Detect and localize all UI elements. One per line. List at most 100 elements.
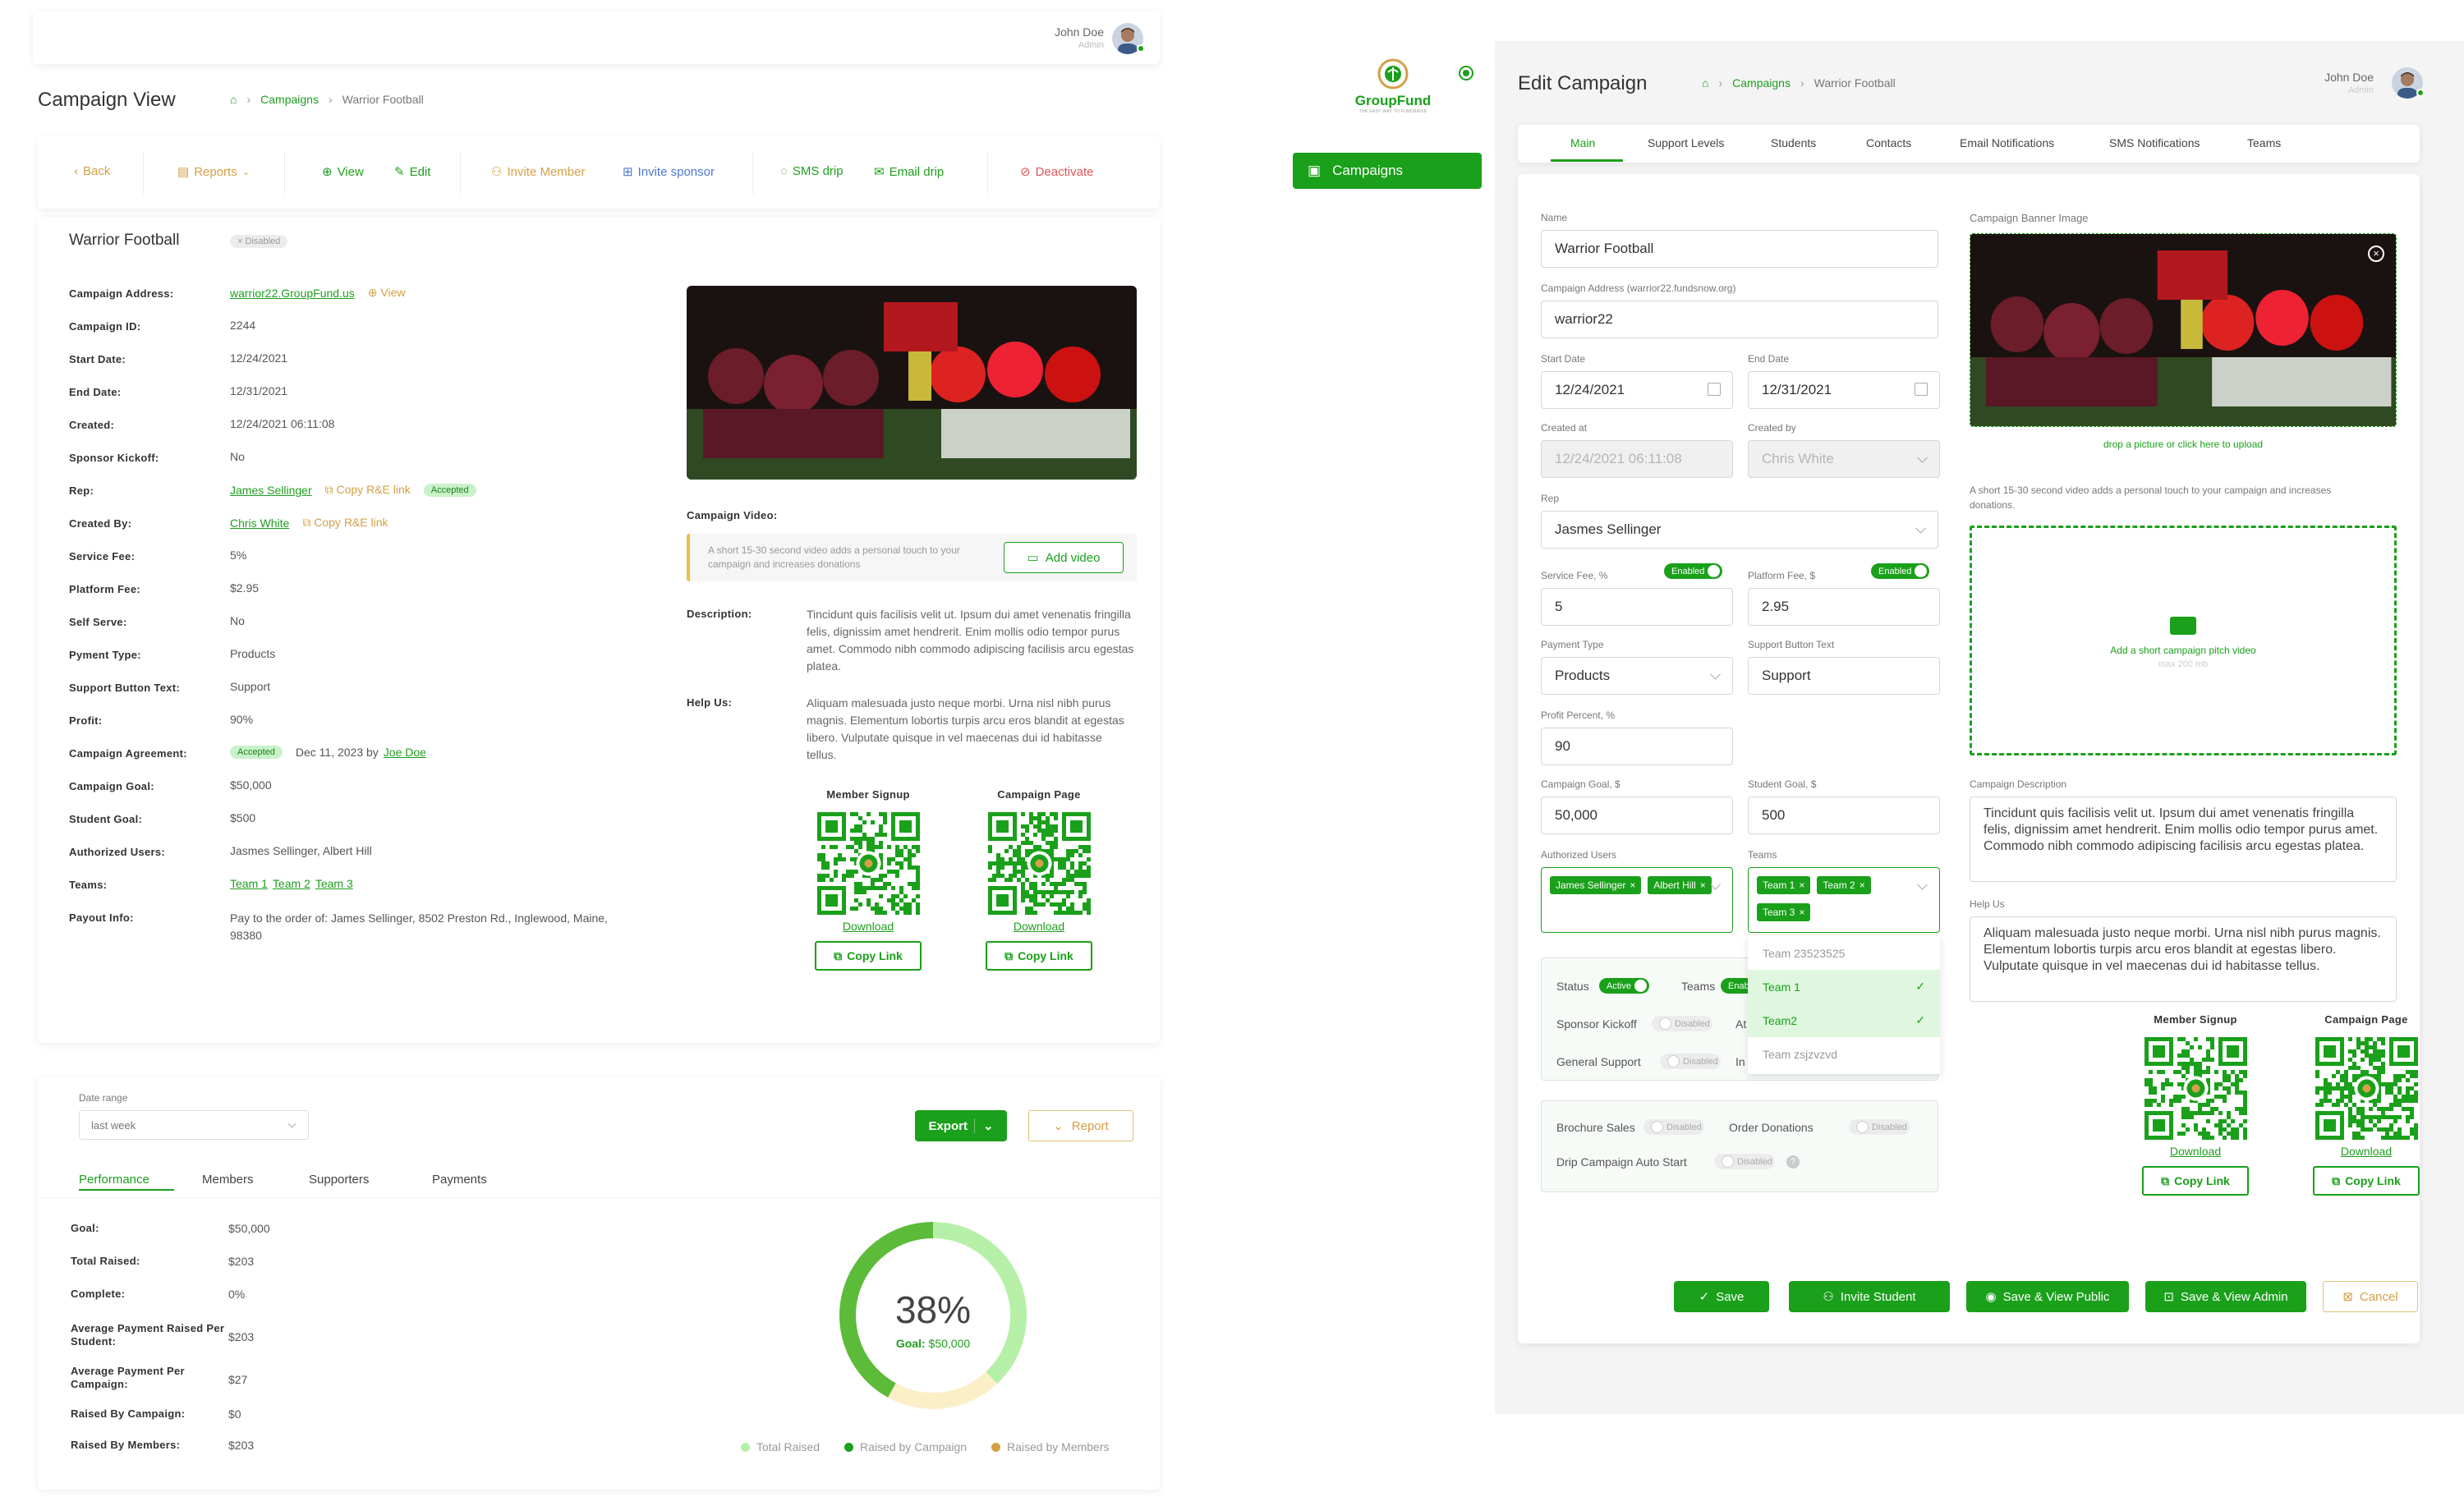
view-address-link[interactable]: ⊕ View: [368, 286, 406, 300]
view-button[interactable]: ⊕ View: [322, 164, 364, 180]
detail-link[interactable]: Chris White: [230, 517, 289, 530]
add-video-button[interactable]: ▭ Add video: [1004, 542, 1124, 573]
user-chip[interactable]: James Sellinger ×: [1550, 876, 1642, 894]
export-button[interactable]: Export ⌄: [915, 1110, 1007, 1141]
banner-upload-area[interactable]: ×: [1970, 233, 2397, 427]
platform-fee-toggle[interactable]: Enabled: [1871, 563, 1930, 579]
close-icon[interactable]: ×: [1799, 879, 1804, 891]
save-admin-button[interactable]: ⊡ Save & View Admin: [2145, 1281, 2306, 1312]
campaign-description-field[interactable]: Tincidunt quis facilisis velit ut. Ipsum…: [1970, 797, 2397, 882]
close-icon[interactable]: ×: [1799, 907, 1804, 918]
team-option[interactable]: Team 1 ✓: [1748, 970, 1940, 1003]
qr-download-link[interactable]: Download: [807, 920, 930, 933]
reports-dropdown[interactable]: ▤ Reports ⌄: [177, 164, 250, 180]
teams-select[interactable]: Team 1 × Team 2 × Team 3 ×: [1748, 867, 1940, 933]
home-icon[interactable]: ⌂: [230, 93, 237, 106]
copy-link-button[interactable]: ⧉ Copy Link: [986, 941, 1092, 971]
deactivate-button[interactable]: ⊘ Deactivate: [1020, 164, 1093, 180]
banner-hint[interactable]: drop a picture or click here to upload: [1970, 438, 2397, 450]
remove-image-icon[interactable]: ×: [2368, 246, 2384, 262]
general-support-toggle[interactable]: Disabled: [1660, 1054, 1721, 1069]
service-fee-toggle[interactable]: Enabled: [1664, 563, 1723, 579]
student-goal-field[interactable]: 500: [1748, 797, 1940, 834]
drip-auto-start-toggle[interactable]: Disabled: [1714, 1154, 1775, 1169]
tab-support-levels[interactable]: Support Levels: [1648, 136, 1724, 149]
report-button[interactable]: ⌄ Report: [1028, 1110, 1133, 1141]
end-field[interactable]: 12/31/2021: [1748, 371, 1940, 409]
save-button[interactable]: ✓ Save: [1674, 1281, 1769, 1312]
close-icon[interactable]: ×: [1700, 879, 1706, 891]
tab-sms-notifications[interactable]: SMS Notifications: [2109, 136, 2200, 149]
start-field[interactable]: 12/24/2021: [1541, 371, 1733, 409]
tab-email-notifications[interactable]: Email Notifications: [1960, 136, 2054, 149]
detail-link[interactable]: James Sellinger: [230, 484, 312, 497]
team-link[interactable]: Team 1: [230, 877, 268, 890]
perf-tab-payments[interactable]: Payments: [432, 1173, 487, 1187]
status-toggle[interactable]: Active: [1599, 978, 1649, 994]
support-text-field[interactable]: Support: [1748, 657, 1940, 695]
copy-link-button[interactable]: ⧉ Copy Link: [2142, 1166, 2249, 1196]
email-drip-button[interactable]: ✉ Email drip: [874, 164, 944, 180]
team-option[interactable]: Team zsjzvzvd: [1748, 1037, 1940, 1071]
address-field[interactable]: warrior22: [1541, 301, 1938, 338]
sponsor-kickoff-toggle[interactable]: Disabled: [1652, 1016, 1712, 1031]
save-public-button[interactable]: ◉ Save & View Public: [1966, 1281, 2129, 1312]
qr-download-link[interactable]: Download: [2305, 1145, 2428, 1158]
video-upload-area[interactable]: Add a short campaign pitch video max 200 …: [1970, 526, 2397, 755]
close-icon[interactable]: ×: [1630, 879, 1635, 891]
rep-label: Rep: [1541, 493, 1560, 504]
team-option[interactable]: Team2 ✓: [1748, 1003, 1940, 1037]
team-option[interactable]: Team 23523525: [1748, 936, 1940, 970]
qr-download-link[interactable]: Download: [977, 920, 1101, 933]
detail-label: Platform Fee:: [69, 583, 140, 595]
copy-re-link[interactable]: ⧉ Copy R&E link: [325, 483, 411, 497]
invite-sponsor-button[interactable]: ⊞ Invite sponsor: [623, 164, 715, 180]
team-chip[interactable]: Team 3 ×: [1757, 903, 1811, 921]
invite-member-button[interactable]: ⚇ Invite Member: [491, 164, 586, 180]
perf-tab-performance[interactable]: Performance: [79, 1173, 149, 1187]
payment-type-field[interactable]: Products: [1541, 657, 1733, 695]
team-chip[interactable]: Team 2 ×: [1817, 876, 1871, 894]
tab-students[interactable]: Students: [1771, 136, 1816, 149]
date-range-select[interactable]: last week: [79, 1110, 309, 1140]
team-link[interactable]: Team 2: [273, 877, 310, 890]
detail-link[interactable]: warrior22.GroupFund.us: [230, 287, 355, 300]
tab-contacts[interactable]: Contacts: [1866, 136, 1911, 149]
perf-tab-supporters[interactable]: Supporters: [309, 1173, 369, 1187]
copy-link-button[interactable]: ⧉ Copy Link: [2313, 1166, 2420, 1196]
profit-field[interactable]: 90: [1541, 728, 1733, 765]
user-chip[interactable]: Albert Hill ×: [1648, 876, 1712, 894]
agreement-by-link[interactable]: Joe Doe: [384, 746, 426, 759]
cancel-button[interactable]: ⊠ Cancel: [2323, 1281, 2418, 1312]
close-icon[interactable]: ×: [1859, 879, 1865, 891]
sidebar-toggle-icon[interactable]: [1459, 66, 1473, 80]
authorized-users-select[interactable]: James Sellinger × Albert Hill ×: [1541, 867, 1733, 933]
sidebar-item-campaigns[interactable]: ▣ Campaigns: [1293, 153, 1482, 189]
home-icon[interactable]: ⌂: [1702, 76, 1708, 90]
rep-field[interactable]: Jasmes Sellinger: [1541, 511, 1938, 549]
service-fee-field[interactable]: 5: [1541, 588, 1733, 626]
name-field[interactable]: Warrior Football: [1541, 230, 1938, 268]
platform-fee-field[interactable]: 2.95: [1748, 588, 1940, 626]
perf-tab-members[interactable]: Members: [202, 1173, 254, 1187]
team-link[interactable]: Team 3: [315, 877, 353, 890]
goal-field[interactable]: 50,000: [1541, 797, 1733, 834]
tab-teams[interactable]: Teams: [2247, 136, 2281, 149]
breadcrumb-campaigns[interactable]: Campaigns: [260, 93, 319, 106]
edit-button[interactable]: ✎ Edit: [394, 164, 430, 180]
brochure-sales-toggle[interactable]: Disabled: [1643, 1119, 1704, 1135]
tab-main[interactable]: Main: [1570, 136, 1595, 149]
sponsor-kickoff-label: Sponsor Kickoff: [1556, 1017, 1637, 1031]
sms-drip-button[interactable]: ◌ SMS drip: [780, 164, 844, 178]
breadcrumb-campaigns[interactable]: Campaigns: [1732, 76, 1791, 90]
invite-button[interactable]: ⚇ Invite Student: [1789, 1281, 1950, 1312]
sidebar-logo[interactable]: GroupFund THE EASY WAY TO FUNDRAISE: [1340, 57, 1446, 117]
back-button[interactable]: ‹ Back: [74, 164, 110, 178]
copy-link-button[interactable]: ⧉ Copy Link: [815, 941, 922, 971]
team-chip[interactable]: Team 1 ×: [1757, 876, 1811, 894]
helpus-field[interactable]: Aliquam malesuada justo neque morbi. Urn…: [1970, 916, 2397, 1002]
qr-download-link[interactable]: Download: [2134, 1145, 2257, 1158]
order-donations-toggle[interactable]: Disabled: [1849, 1119, 1910, 1135]
copy-re-link[interactable]: ⧉ Copy R&E link: [302, 516, 388, 530]
help-icon[interactable]: ?: [1786, 1155, 1800, 1169]
